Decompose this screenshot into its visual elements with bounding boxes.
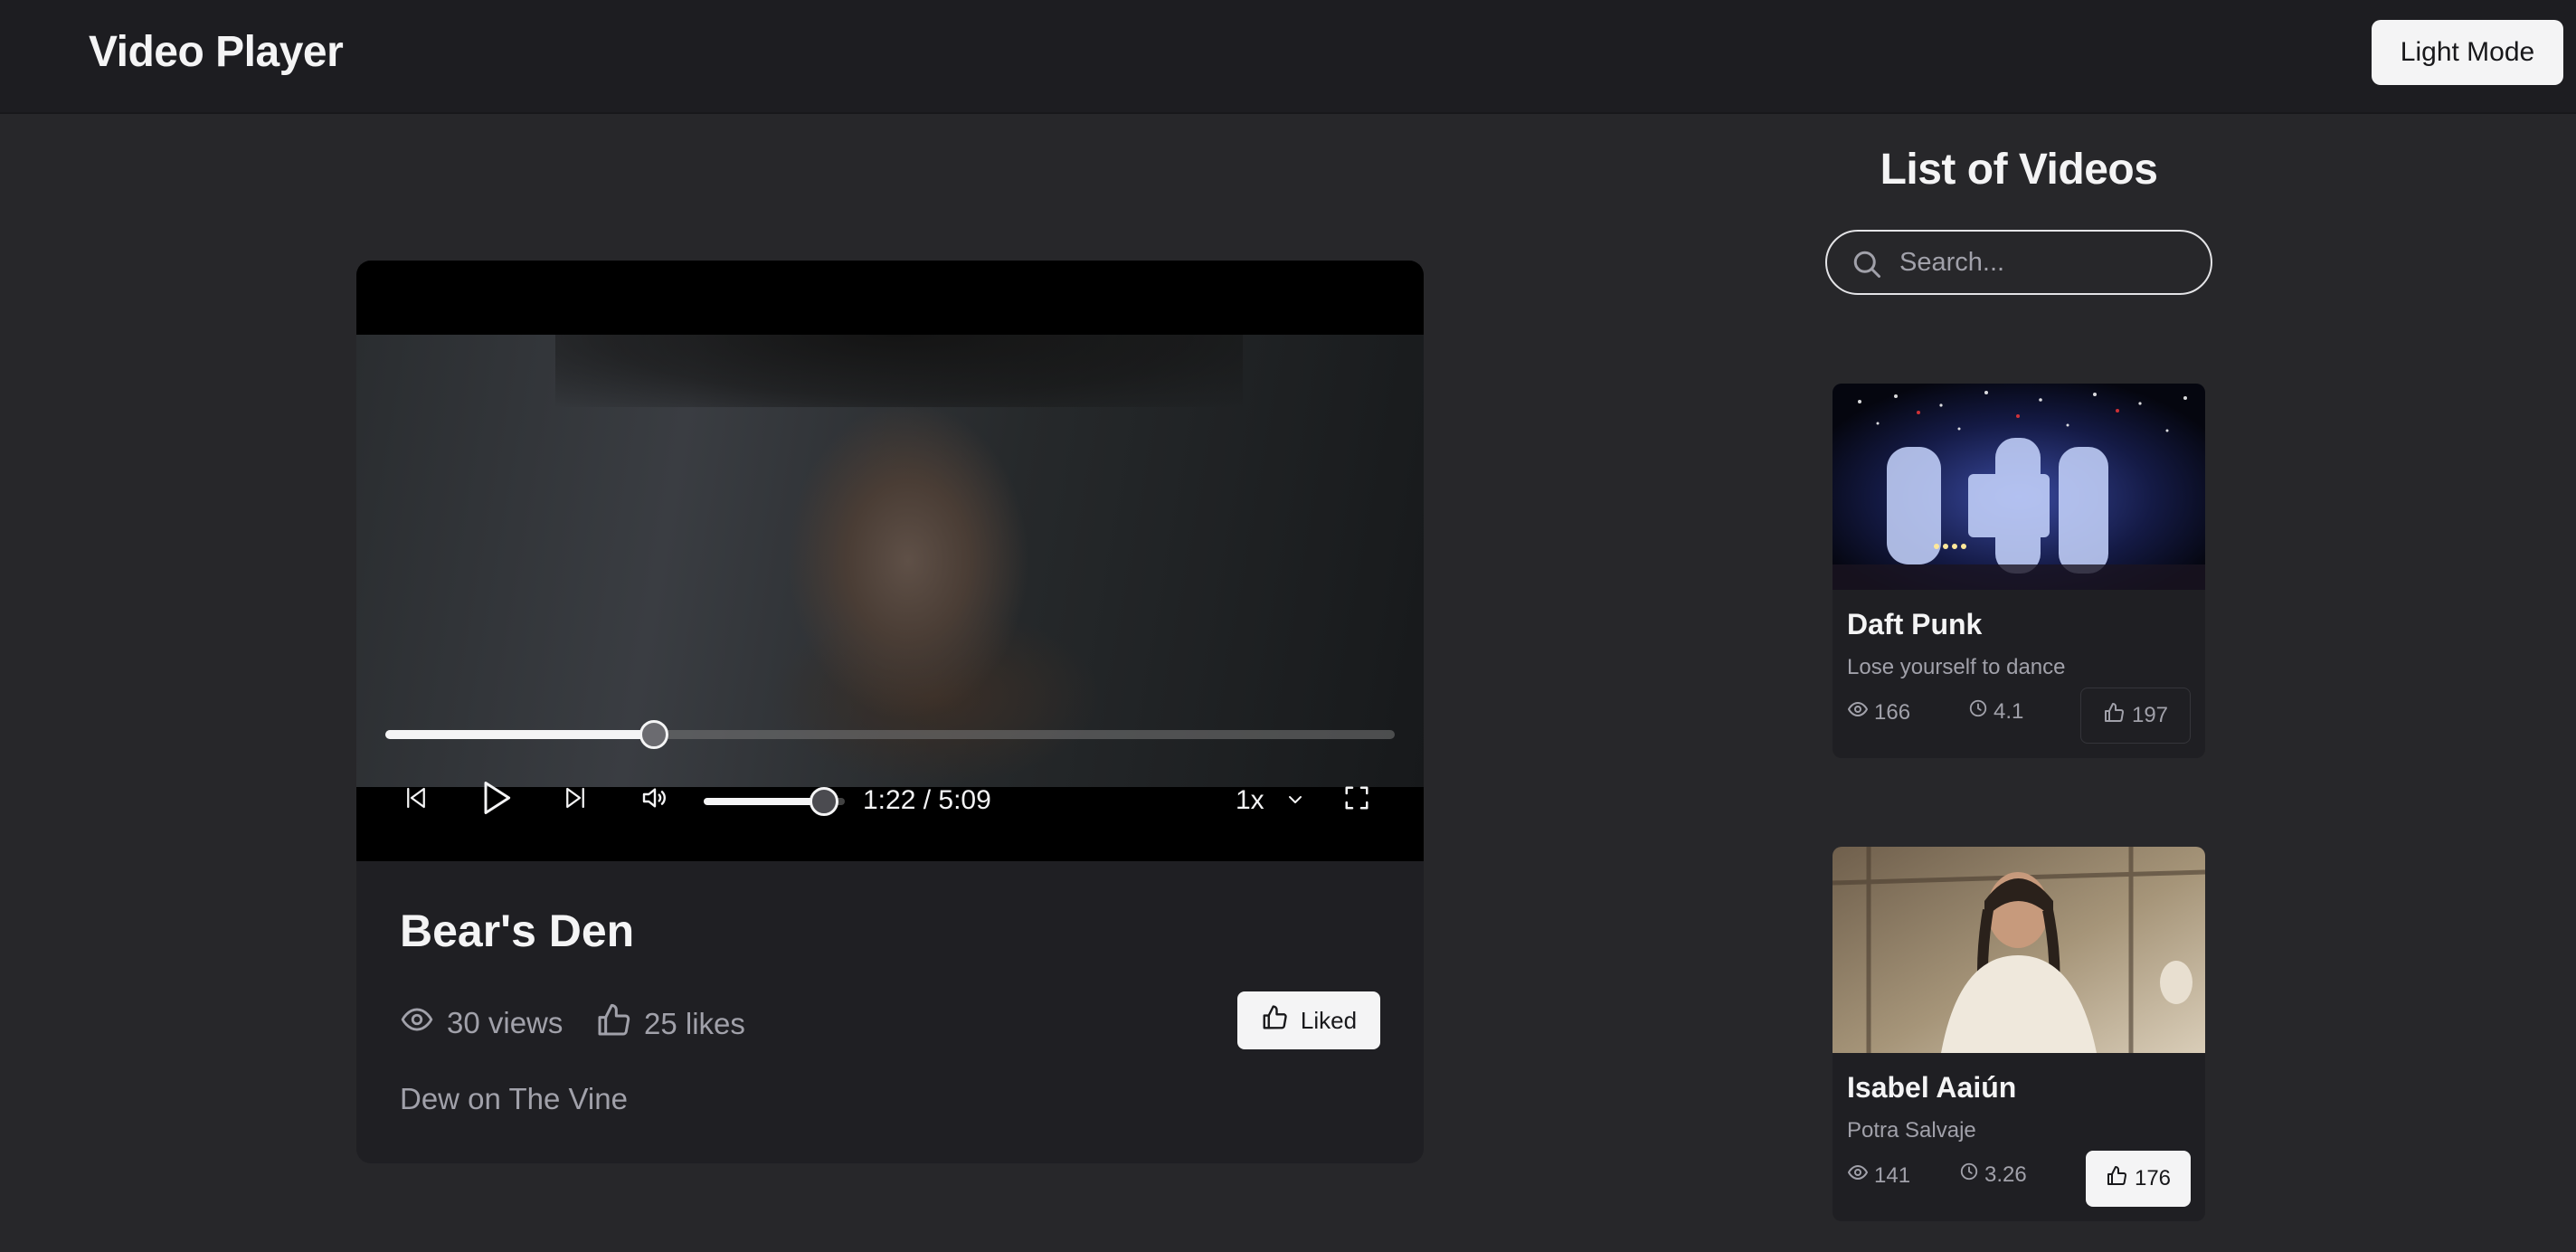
eye-icon [1847, 698, 1869, 726]
video-duration: 3.26 [1959, 1162, 2027, 1188]
play-icon[interactable] [472, 774, 519, 821]
progress-bar[interactable] [385, 720, 1395, 749]
likes-count: 25 likes [644, 1007, 745, 1040]
volume-thumb[interactable] [809, 787, 838, 816]
video-frame [356, 335, 1424, 787]
video-name: Isabel Aaiún [1847, 1071, 2017, 1104]
video-card[interactable]: Daft Punk Lose yourself to dance 166 4.1… [1833, 384, 2205, 758]
video-thumbnail[interactable] [1833, 384, 2205, 590]
like-button[interactable]: 176 [2086, 1151, 2191, 1207]
views-stat: 30 views [400, 1002, 563, 1044]
thumbs-up-icon [595, 1002, 631, 1046]
skip-back-icon[interactable] [398, 780, 434, 816]
likes-stat: 25 likes [595, 1002, 745, 1046]
time-display: 1:22 / 5:09 [863, 785, 991, 815]
video-views: 166 [1847, 698, 1910, 726]
clock-icon [1959, 1162, 1979, 1188]
video-list-title: List of Videos [1880, 146, 2158, 194]
skip-forward-icon[interactable] [557, 780, 593, 816]
search-box[interactable] [1825, 230, 2212, 295]
video-views: 141 [1847, 1162, 1910, 1190]
volume-slider[interactable] [704, 787, 845, 816]
video-description: Dew on The Vine [400, 1082, 628, 1115]
search-icon [1851, 248, 1883, 285]
eye-icon [1847, 1162, 1869, 1190]
light-mode-button[interactable]: Light Mode [2372, 20, 2563, 85]
chevron-down-icon[interactable] [1279, 783, 1312, 816]
app-title: Video Player [89, 28, 344, 76]
liked-label: Liked [1300, 1006, 1358, 1034]
video-duration: 4.1 [1968, 698, 2023, 725]
video-name: Daft Punk [1847, 608, 1983, 640]
video-thumbnail[interactable] [1833, 847, 2205, 1053]
fullscreen-icon[interactable] [1339, 780, 1375, 816]
video-area[interactable]: 1:22 / 5:09 1x [356, 261, 1424, 861]
playback-speed[interactable]: 1x [1236, 785, 1264, 816]
clock-icon [1968, 698, 1988, 725]
search-input[interactable] [1899, 242, 2198, 282]
video-subtitle: Lose yourself to dance [1847, 655, 2066, 679]
progress-fill [385, 730, 655, 739]
thumbs-up-icon [1261, 1004, 1288, 1038]
liked-button[interactable]: Liked [1237, 991, 1380, 1049]
eye-icon [400, 1002, 434, 1044]
thumbs-up-icon [2103, 702, 2125, 730]
like-button[interactable]: 197 [2080, 688, 2191, 744]
thumbs-up-icon [2106, 1165, 2127, 1193]
video-card[interactable]: Isabel Aaiún Potra Salvaje 141 3.26 176 [1833, 847, 2205, 1221]
app-header: Video Player Light Mode [0, 0, 2576, 114]
volume-icon[interactable] [637, 780, 673, 816]
video-title: Bear's Den [400, 906, 635, 956]
video-subtitle: Potra Salvaje [1847, 1118, 1976, 1143]
views-count: 30 views [447, 1006, 564, 1039]
